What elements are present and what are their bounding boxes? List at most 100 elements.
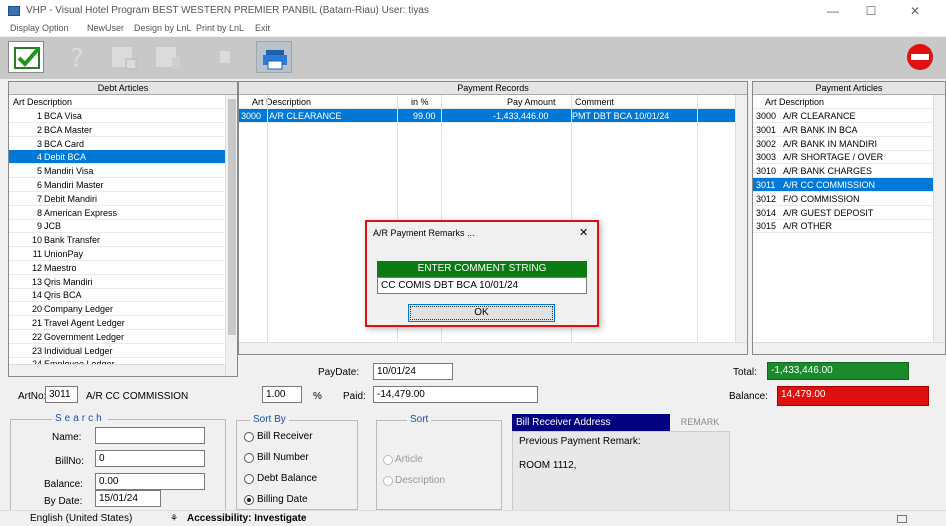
debt-article-row[interactable]: 5 Mandiri Visa (9, 164, 225, 179)
payment-article-row[interactable]: 3003 A/R SHORTAGE / OVER (753, 150, 933, 165)
debt-article-row[interactable]: 13 Qris Mandiri (9, 275, 225, 289)
debt-article-row[interactable]: 4 Debit BCA (9, 150, 225, 165)
menu-print-by-lnl[interactable]: Print by LnL (196, 23, 244, 33)
tab-bill-receiver-address[interactable]: Bill Receiver Address (512, 414, 670, 431)
column-divider (697, 95, 698, 342)
name-label: Name: (52, 432, 82, 443)
radio-billing-date[interactable] (244, 495, 254, 505)
payment-article-row[interactable]: 3014 A/R GUEST DEPOSIT (753, 206, 933, 220)
payment-article-row[interactable]: 3001 A/R BANK IN BCA (753, 123, 933, 137)
radio-label-bill-receiver: Bill Receiver (257, 431, 313, 442)
radio-label-description: Description (395, 475, 446, 486)
debt-article-row[interactable]: 3 BCA Card (9, 137, 225, 151)
radio-label-billing-date: Billing Date (257, 494, 308, 505)
payment-article-row[interactable]: 3000 A/R CLEARANCE (753, 109, 933, 123)
payment-article-row[interactable]: 3012 F/O COMMISSION (753, 192, 933, 206)
paydate-field[interactable]: 10/01/24 (373, 363, 453, 380)
status-accessibility[interactable]: Accessibility: Investigate (187, 513, 307, 524)
debt-article-row[interactable]: 6 Mandiri Master (9, 178, 225, 192)
article-number: 20 (31, 304, 42, 315)
article-number: 14 (31, 290, 42, 301)
dialog-close-icon[interactable]: ✕ (579, 226, 588, 239)
accessibility-icon: ⚘ (170, 513, 179, 523)
minimize-button[interactable]: — (818, 2, 848, 20)
debt-article-row[interactable]: 2 BCA Master (9, 123, 225, 137)
status-bar: English (United States) ⚘ Accessibility:… (0, 510, 946, 526)
debt-article-row[interactable]: 8 American Express (9, 206, 225, 220)
payment-articles-hscroll[interactable] (753, 342, 945, 354)
percent-field[interactable]: 1.00 (262, 386, 302, 403)
debt-article-row[interactable]: 7 Debit Mandiri (9, 192, 225, 206)
billno-input[interactable]: 0 (95, 450, 205, 467)
payment-article-row[interactable]: 3011 A/R CC COMMISSION (753, 178, 933, 192)
radio-bill-number[interactable] (244, 453, 254, 463)
article-description: Bank Transfer (44, 235, 101, 246)
debt-article-row[interactable]: 14 Qris BCA (9, 288, 225, 303)
menu-display-option[interactable]: Display Option (10, 23, 69, 33)
debt-article-row[interactable]: 9 JCB (9, 219, 225, 234)
payment-records-header: Payment Records (239, 82, 747, 95)
debt-article-row[interactable]: 22 Government Ledger (9, 330, 225, 344)
view-icon[interactable] (897, 515, 907, 523)
payment-article-row[interactable]: 3015 A/R OTHER (753, 219, 933, 234)
radio-article[interactable] (383, 455, 393, 465)
radio-description[interactable] (383, 476, 393, 486)
scroll-thumb[interactable] (228, 99, 236, 335)
search-balance-input[interactable]: 0.00 (95, 473, 205, 490)
stop-exit-icon[interactable] (902, 41, 938, 73)
article-description: A/R BANK CHARGES (783, 166, 873, 177)
comment-input[interactable]: CC COMIS DBT BCA 10/01/24 (377, 277, 587, 294)
article-description: BCA Card (44, 138, 85, 149)
print-icon[interactable] (256, 41, 292, 73)
radio-label-article: Article (395, 454, 423, 465)
debt-article-row[interactable]: 20 Company Ledger (9, 302, 225, 317)
menu-design-by-lnl[interactable]: Design by LnL (134, 23, 192, 33)
payment-records-column-header: Art Description in % Pay Amount Comment (239, 95, 735, 109)
debt-article-row[interactable]: 1 BCA Visa (9, 109, 225, 123)
menu-bar: Display Option NewUser Design by LnL Pri… (0, 22, 946, 36)
ok-button[interactable]: OK (408, 304, 555, 322)
article-description: A/R GUEST DEPOSIT (783, 207, 874, 218)
tab-remark[interactable]: REMARK (670, 414, 730, 431)
menu-newuser[interactable]: NewUser (87, 23, 124, 33)
total-label: Total: (733, 367, 757, 378)
paydate-label: PayDate: (318, 367, 360, 378)
article-number: 10 (31, 235, 42, 246)
debt-article-row[interactable]: 12 Maestro (9, 261, 225, 275)
menu-exit[interactable]: Exit (255, 23, 270, 33)
payment-records-vscroll[interactable] (735, 95, 747, 354)
payment-article-row[interactable]: 3002 A/R BANK IN MANDIRI (753, 137, 933, 151)
debt-articles-hscroll[interactable] (9, 364, 225, 376)
payment-records-hscroll[interactable] (239, 342, 747, 354)
article-description: Individual Ledger (44, 345, 113, 356)
help-icon[interactable]: ? (60, 41, 96, 74)
bydate-input[interactable]: 15/01/24 (95, 490, 161, 507)
article-description: American Express (44, 207, 118, 218)
article-description: A/R BANK IN MANDIRI (783, 138, 878, 149)
document-icon[interactable] (106, 41, 142, 73)
save-check-icon[interactable] (8, 41, 44, 73)
payment-articles-vscroll[interactable] (933, 95, 945, 354)
article-number: 3 (36, 138, 42, 149)
paid-field[interactable]: -14,479.00 (373, 386, 538, 403)
artno-field[interactable]: 3011 (45, 386, 78, 403)
edit-icon[interactable] (150, 41, 186, 73)
debt-article-row[interactable]: 21 Travel Agent Ledger (9, 316, 225, 330)
debt-article-row[interactable]: 11 UnionPay (9, 247, 225, 261)
close-button[interactable]: ✕ (900, 2, 930, 20)
debt-articles-vscroll[interactable] (225, 95, 237, 376)
radio-debt-balance[interactable] (244, 474, 254, 484)
article-description: A/R CLEARANCE (783, 111, 856, 121)
debt-article-row[interactable]: 10 Bank Transfer (9, 233, 225, 248)
debt-article-row[interactable]: 23 Individual Ledger (9, 344, 225, 358)
article-description: BCA Master (44, 124, 93, 135)
debt-articles-column-header: Art Description (9, 95, 225, 109)
payment-record-row[interactable]: 3000 A/R CLEARANCE 99.00 -1,433,446.00 P… (239, 109, 735, 123)
payment-article-row[interactable]: 3010 A/R BANK CHARGES (753, 164, 933, 179)
article-number: 3012 (756, 193, 777, 204)
article-number: 7 (36, 193, 42, 204)
maximize-button[interactable]: ☐ (856, 2, 886, 20)
radio-bill-receiver[interactable] (244, 432, 254, 442)
delete-icon[interactable] (214, 41, 236, 73)
name-input[interactable] (95, 427, 205, 444)
